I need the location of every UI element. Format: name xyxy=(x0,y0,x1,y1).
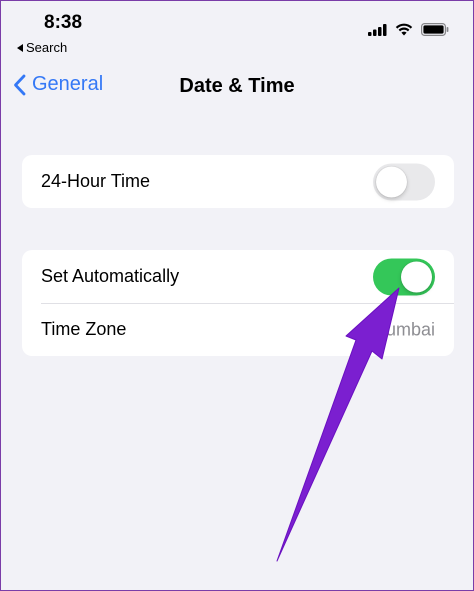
row-label: 24-Hour Time xyxy=(41,171,151,191)
page-title: Date & Time xyxy=(179,75,295,97)
row-separator xyxy=(41,303,454,304)
toggle-set-automatically[interactable] xyxy=(373,258,435,295)
back-to-app[interactable]: Search xyxy=(17,40,67,55)
row-set-automatically[interactable]: Set Automatically xyxy=(22,250,454,303)
status-icons xyxy=(368,23,449,36)
signal-icon xyxy=(368,23,387,36)
screen: 8:38 Search General Date & Time 24-Hour … xyxy=(0,0,474,591)
battery-icon xyxy=(421,23,449,36)
toggle-knob xyxy=(376,166,407,197)
row-24-hour-time[interactable]: 24-Hour Time xyxy=(22,155,454,208)
settings-group-automatic: Set Automatically Time Zone Mumbai xyxy=(22,250,454,356)
back-triangle-icon xyxy=(17,43,23,52)
navigation-bar: General Date & Time xyxy=(1,61,473,111)
back-app-label: Search xyxy=(26,40,68,55)
time-zone-value: Mumbai xyxy=(370,319,435,339)
wifi-icon xyxy=(395,23,413,36)
toggle-24-hour-time[interactable] xyxy=(373,163,435,200)
row-time-zone[interactable]: Time Zone Mumbai xyxy=(22,303,454,356)
status-time: 8:38 xyxy=(44,12,83,33)
toggle-knob xyxy=(401,261,432,292)
row-label: Time Zone xyxy=(41,319,127,339)
status-bar: 8:38 Search xyxy=(1,1,473,61)
settings-group-format: 24-Hour Time xyxy=(22,155,454,208)
row-label: Set Automatically xyxy=(41,266,180,286)
